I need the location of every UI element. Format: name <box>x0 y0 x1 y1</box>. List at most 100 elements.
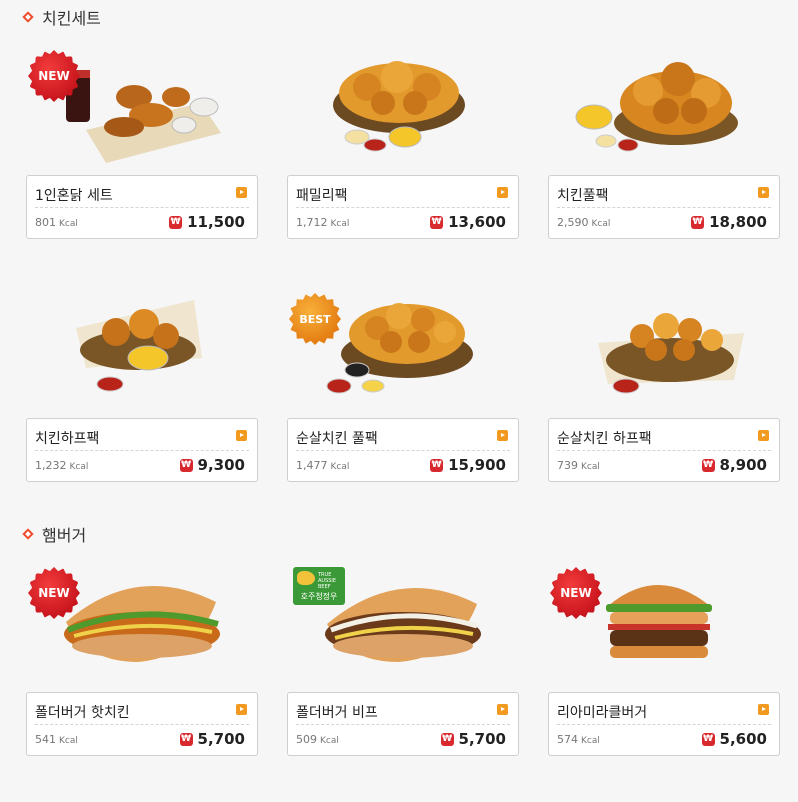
arrow-right-icon[interactable] <box>497 430 508 441</box>
price: ₩5,700 <box>179 730 245 748</box>
arrow-right-icon[interactable] <box>236 704 247 715</box>
folder-burger-beef-photo[interactable]: TRUE AUSSIE BEEF 호주청정우 <box>287 562 519 692</box>
kcal-value: 1,232 Kcal <box>35 459 89 472</box>
item-name: 리아미라클버거 <box>557 705 648 721</box>
australia-map-icon <box>297 571 315 585</box>
arrow-right-icon[interactable] <box>236 187 247 198</box>
best-badge: BEST <box>289 293 341 345</box>
divider <box>296 207 510 208</box>
kcal-value: 1,712 Kcal <box>296 216 350 229</box>
item-name: 1인혼닭 세트 <box>35 188 113 204</box>
price: ₩9,300 <box>179 456 245 474</box>
divider <box>35 724 249 725</box>
menu-card[interactable]: 패밀리팩 1,712 Kcal ₩13,600 <box>287 175 519 239</box>
price-value: 18,800 <box>709 213 767 231</box>
price: ₩13,600 <box>430 213 506 231</box>
divider <box>35 450 249 451</box>
kcal-value: 739 Kcal <box>557 459 600 472</box>
menu-item[interactable]: 치킨풀팩 2,590 Kcal ₩18,800 <box>548 45 780 285</box>
menu-item[interactable]: 치킨하프팩 1,232 Kcal ₩9,300 <box>26 288 258 528</box>
won-icon: ₩ <box>179 458 193 472</box>
won-icon: ₩ <box>430 458 444 472</box>
kcal-value: 801 Kcal <box>35 216 78 229</box>
won-icon: ₩ <box>440 732 454 746</box>
menu-card[interactable]: 폴더버거 핫치킨 541 Kcal ₩5,700 <box>26 692 258 756</box>
diamond-bullet-icon <box>22 11 34 23</box>
won-icon: ₩ <box>701 732 715 746</box>
item-name: 치킨하프팩 <box>35 431 100 447</box>
price-value: 11,500 <box>187 213 245 231</box>
section-header-chicken-set: 치킨세트 <box>22 5 101 29</box>
arrow-right-icon[interactable] <box>758 430 769 441</box>
new-badge: NEW <box>550 567 602 619</box>
chicken-full-pack-photo[interactable] <box>548 45 780 175</box>
price-value: 5,700 <box>458 730 506 748</box>
won-icon: ₩ <box>179 732 193 746</box>
family-pack-photo[interactable] <box>287 45 519 175</box>
chicken-set-photo[interactable]: NEW <box>26 45 258 175</box>
boneless-half-pack-photo[interactable] <box>548 288 780 418</box>
folder-burger-hot-chicken-photo[interactable]: NEW <box>26 562 258 692</box>
price-value: 9,300 <box>197 456 245 474</box>
menu-card[interactable]: 치킨풀팩 2,590 Kcal ₩18,800 <box>548 175 780 239</box>
chicken-half-pack-photo[interactable] <box>26 288 258 418</box>
arrow-right-icon[interactable] <box>236 430 247 441</box>
item-name: 폴더버거 비프 <box>296 705 378 721</box>
item-name: 치킨풀팩 <box>557 188 609 204</box>
kcal-value: 2,590 Kcal <box>557 216 611 229</box>
diamond-bullet-icon <box>22 528 34 540</box>
menu-item[interactable]: 패밀리팩 1,712 Kcal ₩13,600 <box>287 45 519 285</box>
menu-item[interactable]: 순살치킨 하프팩 739 Kcal ₩8,900 <box>548 288 780 528</box>
menu-card[interactable]: 1인혼닭 세트 801 Kcal ₩11,500 <box>26 175 258 239</box>
divider <box>557 724 771 725</box>
menu-item[interactable]: TRUE AUSSIE BEEF 호주청정우 폴더버거 비프 509 Kcal ₩… <box>287 562 519 802</box>
won-icon: ₩ <box>691 215 705 229</box>
item-name: 순살치킨 풀팩 <box>296 431 378 447</box>
arrow-right-icon[interactable] <box>497 187 508 198</box>
divider <box>296 724 510 725</box>
price: ₩5,600 <box>701 730 767 748</box>
kcal-value: 1,477 Kcal <box>296 459 350 472</box>
aussie-beef-badge: TRUE AUSSIE BEEF 호주청정우 <box>293 567 345 605</box>
boneless-full-pack-photo[interactable]: BEST <box>287 288 519 418</box>
divider <box>296 450 510 451</box>
kcal-value: 541 Kcal <box>35 733 78 746</box>
menu-card[interactable]: 순살치킨 하프팩 739 Kcal ₩8,900 <box>548 418 780 482</box>
menu-card[interactable]: 순살치킨 풀팩 1,477 Kcal ₩15,900 <box>287 418 519 482</box>
won-icon: ₩ <box>701 458 715 472</box>
item-name: 패밀리팩 <box>296 188 348 204</box>
price-value: 5,700 <box>197 730 245 748</box>
price: ₩8,900 <box>701 456 767 474</box>
price-value: 8,900 <box>719 456 767 474</box>
divider <box>35 207 249 208</box>
price: ₩11,500 <box>169 213 245 231</box>
menu-card[interactable]: 폴더버거 비프 509 Kcal ₩5,700 <box>287 692 519 756</box>
price: ₩5,700 <box>440 730 506 748</box>
ria-miracle-burger-photo[interactable]: NEW <box>548 562 780 692</box>
menu-card[interactable]: 리아미라클버거 574 Kcal ₩5,600 <box>548 692 780 756</box>
price: ₩18,800 <box>691 213 767 231</box>
price: ₩15,900 <box>430 456 506 474</box>
item-name: 순살치킨 하프팩 <box>557 431 652 447</box>
arrow-right-icon[interactable] <box>497 704 508 715</box>
menu-item[interactable]: BEST 순살치킨 풀팩 1,477 Kcal ₩15,900 <box>287 288 519 528</box>
new-badge: NEW <box>28 567 80 619</box>
section-title: 치킨세트 <box>42 9 101 28</box>
item-name: 폴더버거 핫치킨 <box>35 705 130 721</box>
divider <box>557 450 771 451</box>
price-value: 5,600 <box>719 730 767 748</box>
arrow-right-icon[interactable] <box>758 187 769 198</box>
menu-item[interactable]: NEW 폴더버거 핫치킨 541 Kcal ₩5,700 <box>26 562 258 802</box>
kcal-value: 509 Kcal <box>296 733 339 746</box>
won-icon: ₩ <box>169 215 183 229</box>
kcal-value: 574 Kcal <box>557 733 600 746</box>
price-value: 15,900 <box>448 456 506 474</box>
divider <box>557 207 771 208</box>
menu-item[interactable]: NEW 리아미라클버거 574 Kcal ₩5,600 <box>548 562 780 802</box>
price-value: 13,600 <box>448 213 506 231</box>
arrow-right-icon[interactable] <box>758 704 769 715</box>
menu-item[interactable]: NEW 1인혼닭 세트 801 Kcal ₩11,500 <box>26 45 258 285</box>
new-badge: NEW <box>28 50 80 102</box>
menu-card[interactable]: 치킨하프팩 1,232 Kcal ₩9,300 <box>26 418 258 482</box>
won-icon: ₩ <box>430 215 444 229</box>
